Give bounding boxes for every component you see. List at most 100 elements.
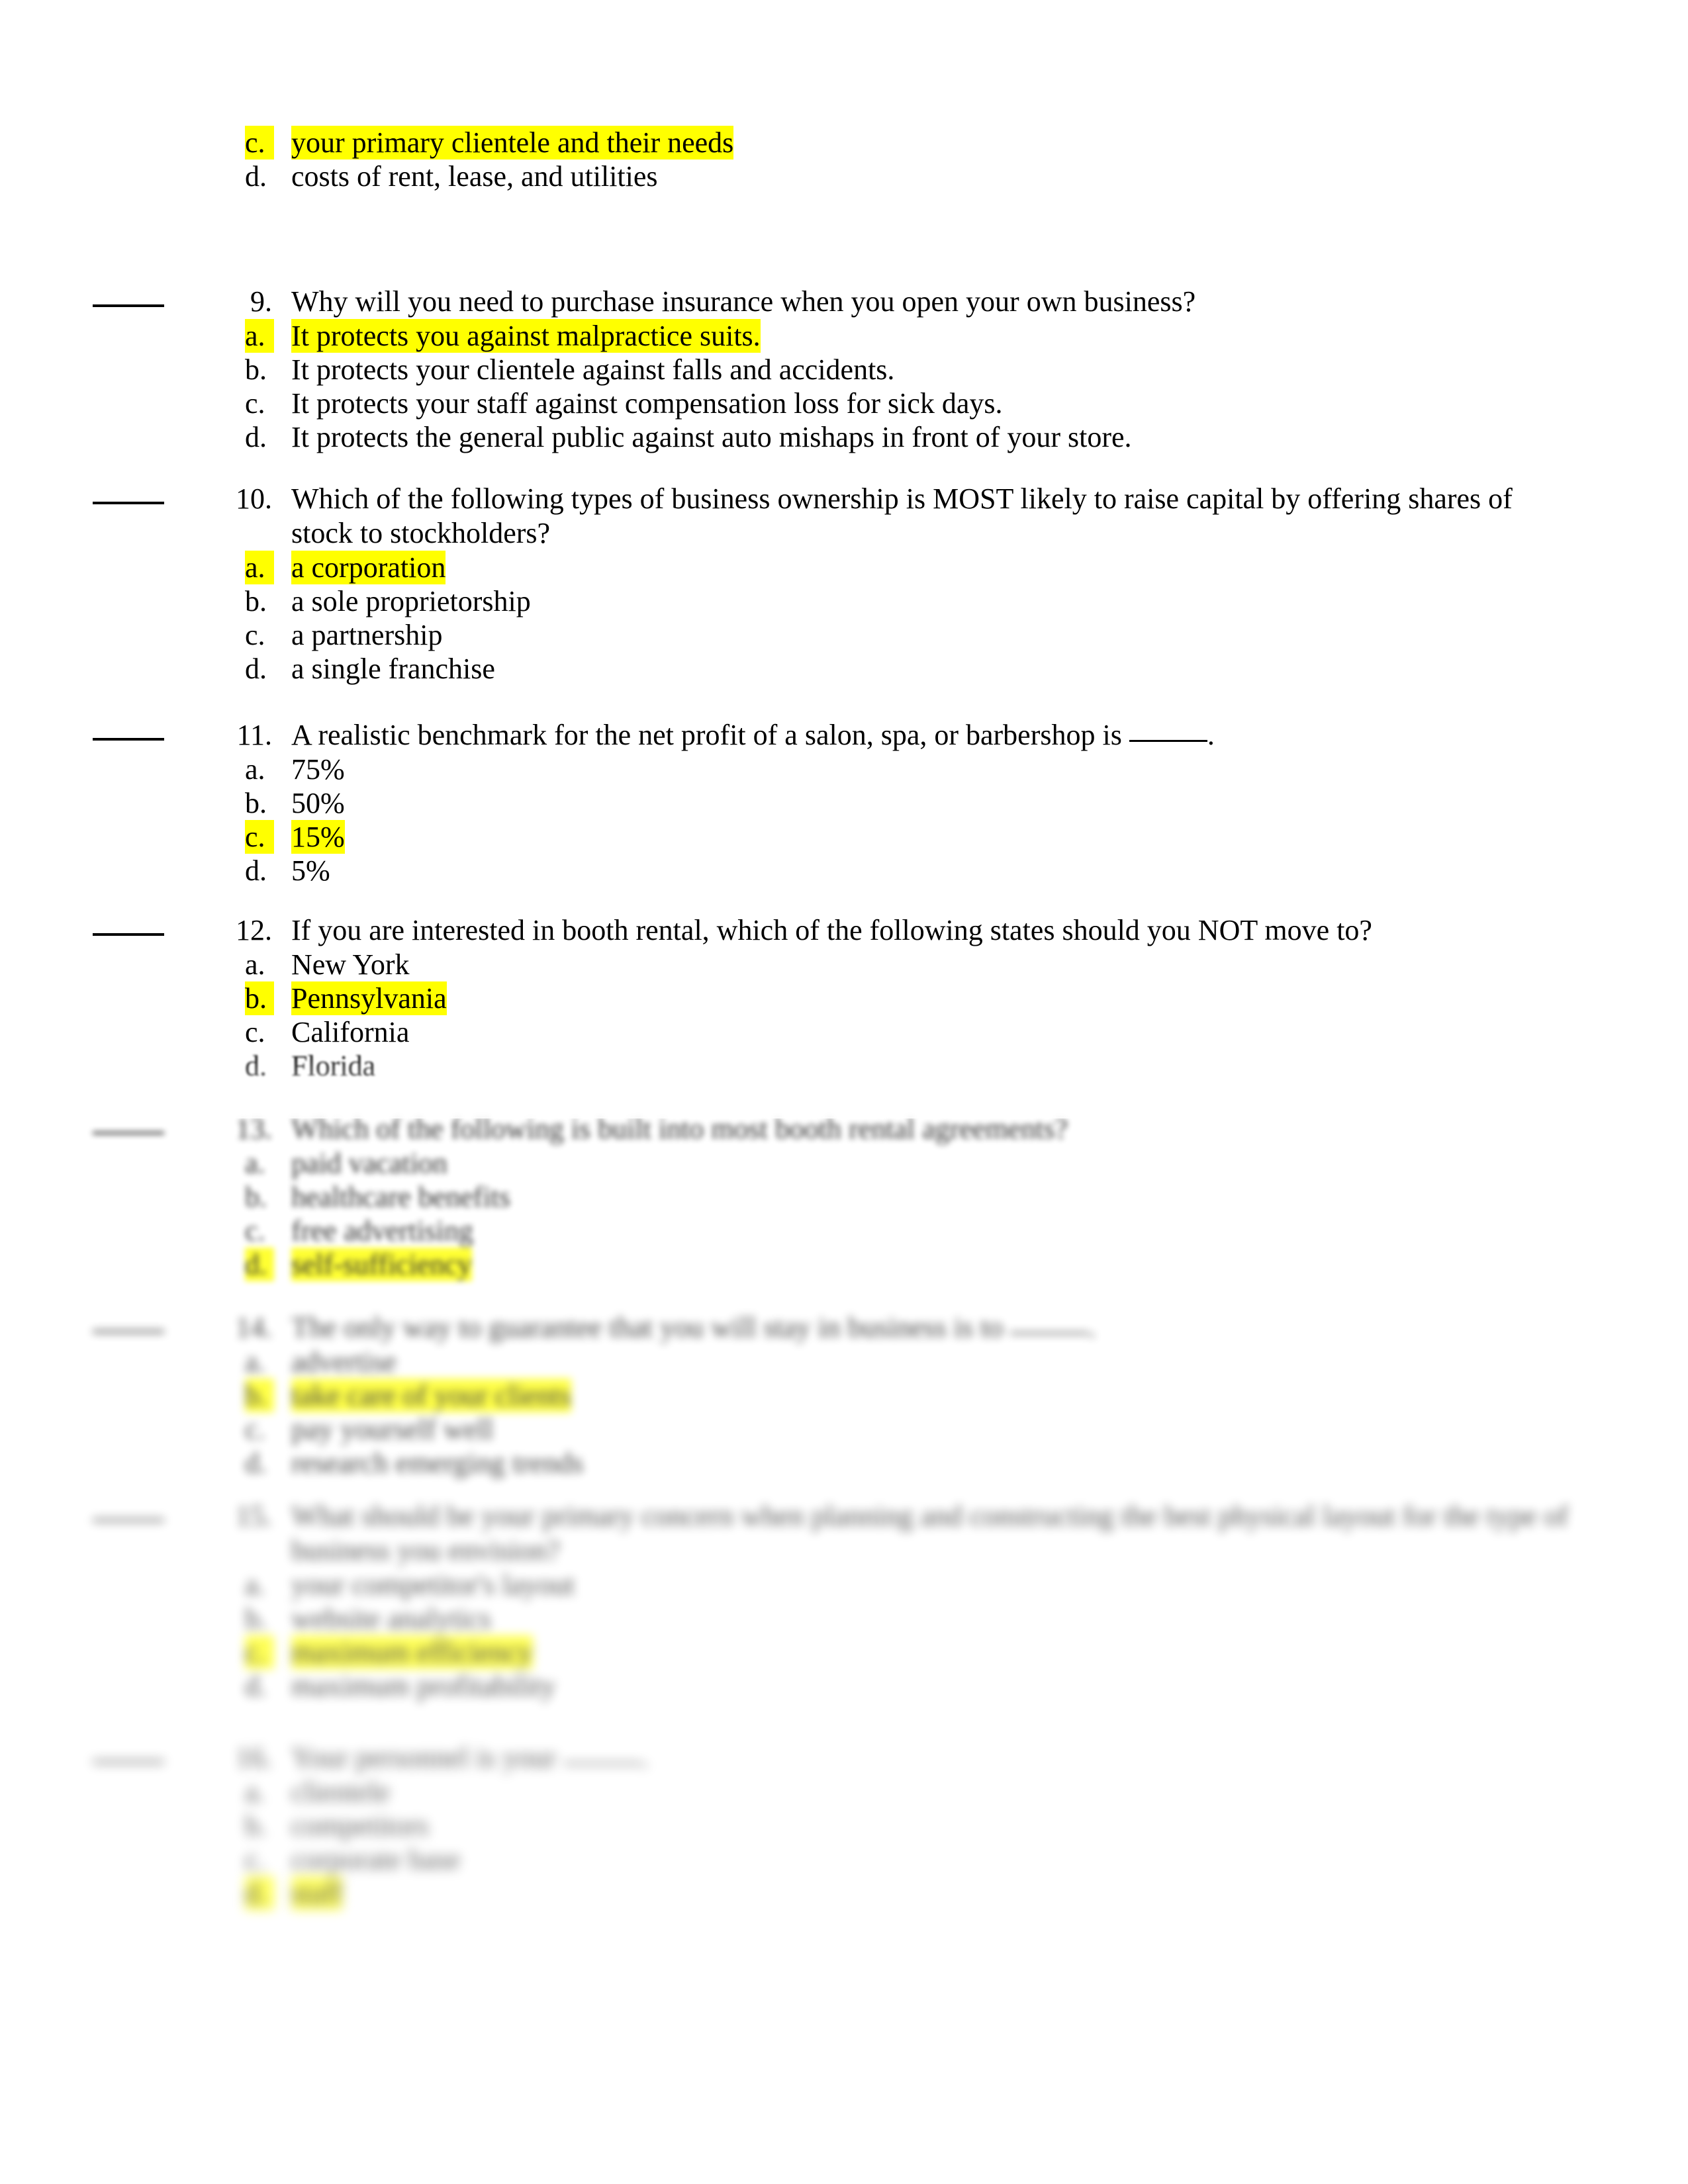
option-marker: d. bbox=[245, 653, 267, 685]
option-marker: c. bbox=[245, 1843, 265, 1876]
option-item[interactable]: a. your competitor's layout bbox=[93, 1568, 1589, 1602]
question-text-before-blank: The only way to guarantee that you will … bbox=[291, 1311, 1011, 1343]
option-text: paid vacation bbox=[291, 1147, 447, 1179]
option-item[interactable]: c. corporate base bbox=[93, 1843, 1589, 1876]
question-number: 10. bbox=[236, 482, 272, 515]
option-marker: c. bbox=[245, 1413, 265, 1445]
option-item[interactable]: b. a sole proprietorship bbox=[93, 584, 1589, 618]
option-text: 5% bbox=[291, 854, 330, 887]
option-item[interactable]: c. 15% bbox=[93, 820, 1589, 854]
answer-blank[interactable] bbox=[93, 304, 164, 307]
option-text: your primary clientele and their needs bbox=[291, 126, 734, 159]
option-marker: d. bbox=[245, 421, 267, 453]
option-marker: d. bbox=[245, 1248, 274, 1281]
option-marker: b. bbox=[245, 787, 267, 819]
option-item[interactable]: b. healthcare benefits bbox=[93, 1180, 1589, 1214]
option-item[interactable]: d. staff bbox=[93, 1876, 1589, 1910]
option-marker: c. bbox=[245, 1214, 265, 1247]
option-item[interactable]: a. clientele bbox=[93, 1775, 1589, 1809]
option-marker: a. bbox=[245, 1147, 265, 1179]
option-text: California bbox=[291, 1016, 410, 1048]
option-item[interactable]: c. a partnership bbox=[93, 618, 1589, 652]
question-block-10: 10. Which of the following types of busi… bbox=[93, 482, 1589, 686]
question-block-13: 13. Which of the following is built into… bbox=[93, 1112, 1589, 1281]
option-item[interactable]: b. website analytics bbox=[93, 1602, 1589, 1635]
option-list: a. New York b. Pennsylvania c. Californi… bbox=[93, 948, 1589, 1083]
option-item[interactable]: a. New York bbox=[93, 948, 1589, 981]
question-text: The only way to guarantee that you will … bbox=[291, 1310, 1589, 1345]
option-item[interactable]: b. competitors bbox=[93, 1809, 1589, 1843]
option-marker: b. bbox=[245, 353, 267, 386]
option-item[interactable]: d. a single franchise bbox=[93, 652, 1589, 686]
option-text: Pennsylvania bbox=[291, 981, 447, 1015]
option-item[interactable]: d. Florida bbox=[93, 1049, 1589, 1083]
question-text: Which of the following is built into mos… bbox=[291, 1113, 1068, 1145]
option-marker: c. bbox=[245, 387, 265, 420]
option-item[interactable]: a. a corporation bbox=[93, 551, 1589, 584]
option-item[interactable]: c. California bbox=[93, 1015, 1589, 1049]
option-item[interactable]: a. 75% bbox=[93, 752, 1589, 786]
option-item[interactable]: c. your primary clientele and their need… bbox=[93, 126, 1589, 159]
option-item[interactable]: a. advertise bbox=[93, 1345, 1589, 1379]
question-header: 12. If you are interested in booth renta… bbox=[93, 913, 1589, 948]
option-item[interactable]: a. paid vacation bbox=[93, 1146, 1589, 1180]
option-list: a. a corporation b. a sole proprietorshi… bbox=[93, 551, 1589, 686]
option-marker: c. bbox=[245, 1635, 274, 1669]
option-list: a. It protects you against malpractice s… bbox=[93, 319, 1589, 454]
option-item[interactable]: d. maximum profitability bbox=[93, 1669, 1589, 1703]
option-marker: b. bbox=[245, 1181, 267, 1213]
inline-fill-blank[interactable] bbox=[1010, 1332, 1089, 1334]
option-list: a. paid vacation b. healthcare benefits … bbox=[93, 1146, 1589, 1281]
option-item[interactable]: c. It protects your staff against compen… bbox=[93, 387, 1589, 420]
question-text-after-blank: . bbox=[1207, 719, 1215, 751]
option-item[interactable]: a. It protects you against malpractice s… bbox=[93, 319, 1589, 353]
option-item[interactable]: b. Pennsylvania bbox=[93, 981, 1589, 1015]
question-text: Why will you need to purchase insurance … bbox=[291, 285, 1196, 318]
answer-blank[interactable] bbox=[93, 1760, 164, 1763]
option-list: a. your competitor's layout b. website a… bbox=[93, 1568, 1589, 1703]
question-header: 16. Your personnel is your . bbox=[93, 1741, 1589, 1775]
option-text: Florida bbox=[291, 1050, 376, 1082]
answer-blank[interactable] bbox=[93, 738, 164, 741]
option-item[interactable]: b. 50% bbox=[93, 786, 1589, 820]
option-item[interactable]: d. It protects the general public agains… bbox=[93, 420, 1589, 454]
inline-fill-blank[interactable] bbox=[563, 1762, 642, 1764]
option-list: a. 75% b. 50% c. 15% d. 5% bbox=[93, 752, 1589, 887]
option-item[interactable]: c. free advertising bbox=[93, 1214, 1589, 1248]
option-item[interactable]: d. self-sufficiency bbox=[93, 1248, 1589, 1281]
option-marker: d. bbox=[245, 1670, 267, 1702]
option-text: competitors bbox=[291, 1809, 429, 1842]
option-marker: a. bbox=[245, 551, 274, 584]
question-header: 14. The only way to guarantee that you w… bbox=[93, 1310, 1589, 1345]
question-number: 14. bbox=[236, 1311, 272, 1343]
option-item[interactable]: c. maximum efficiency bbox=[93, 1635, 1589, 1669]
option-text: a corporation bbox=[291, 551, 446, 584]
answer-blank[interactable] bbox=[93, 502, 164, 504]
question-number: 12. bbox=[236, 914, 272, 946]
option-marker: b. bbox=[245, 1379, 274, 1412]
question-text: What should be your primary concern when… bbox=[291, 1500, 1569, 1532]
option-item[interactable]: d. 5% bbox=[93, 854, 1589, 887]
question-block-11: 11. A realistic benchmark for the net pr… bbox=[93, 718, 1589, 887]
option-text: It protects your clientele against falls… bbox=[291, 353, 895, 386]
option-item[interactable]: b. take care of your clients bbox=[93, 1379, 1589, 1412]
option-item[interactable]: b. It protects your clientele against fa… bbox=[93, 353, 1589, 387]
option-text: maximum profitability bbox=[291, 1670, 556, 1702]
option-text: 75% bbox=[291, 753, 345, 786]
answer-blank[interactable] bbox=[93, 1330, 164, 1333]
question-block-12: 12. If you are interested in booth renta… bbox=[93, 913, 1589, 1083]
answer-blank[interactable] bbox=[93, 933, 164, 936]
option-text: advertise bbox=[291, 1345, 397, 1378]
option-item[interactable]: d. research emerging trends bbox=[93, 1446, 1589, 1480]
inline-fill-blank[interactable] bbox=[1129, 740, 1207, 742]
option-text: a partnership bbox=[291, 619, 443, 651]
option-marker: c. bbox=[245, 126, 274, 159]
answer-blank[interactable] bbox=[93, 1132, 164, 1134]
option-text: It protects the general public against a… bbox=[291, 421, 1132, 453]
option-marker: d. bbox=[245, 1876, 274, 1910]
option-item[interactable]: c. pay yourself well bbox=[93, 1412, 1589, 1446]
answer-blank[interactable] bbox=[93, 1519, 164, 1522]
question-number: 9. bbox=[250, 285, 272, 318]
option-marker: d. bbox=[245, 160, 267, 193]
option-item[interactable]: d. costs of rent, lease, and utilities bbox=[93, 159, 1589, 193]
